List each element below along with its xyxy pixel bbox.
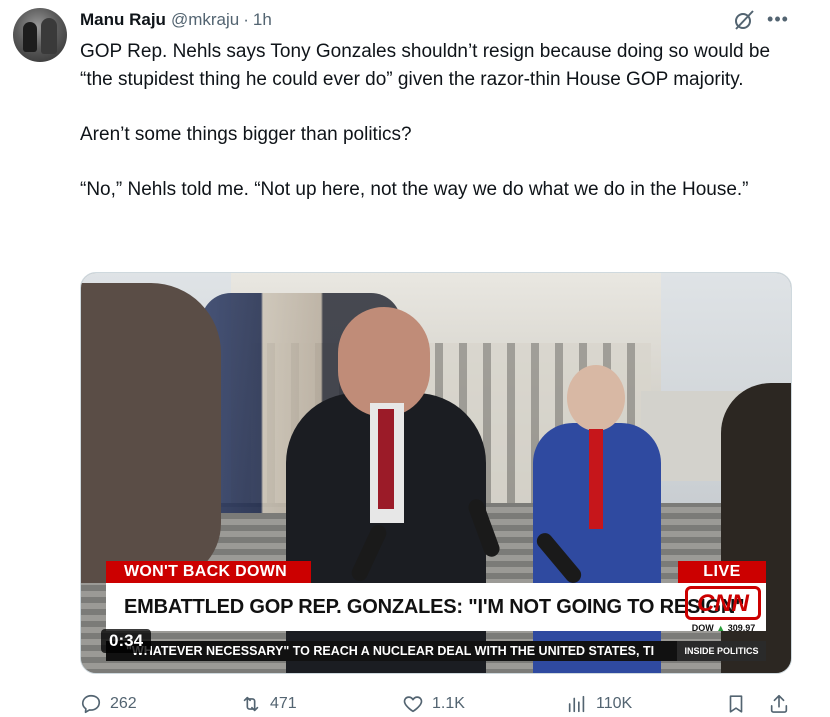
like-button[interactable]: 1.1K: [402, 691, 465, 717]
author-handle[interactable]: @mkraju: [171, 10, 239, 30]
views-button[interactable]: 110K: [566, 691, 632, 717]
reply-count: 262: [110, 695, 137, 712]
striped-tie: [378, 409, 394, 509]
person-head: [567, 365, 625, 431]
chyron-headline-text: EMBATTLED GOP REP. GONZALES: "I'M NOT GO…: [124, 595, 745, 618]
share-icon: [770, 694, 788, 713]
separator: ·: [243, 10, 249, 29]
cnn-logo: CNN: [685, 586, 761, 620]
views-icon: [568, 695, 585, 713]
heart-icon: [403, 696, 423, 713]
tweet-paragraph: “No,” Nehls told me. “Not up here, not t…: [80, 178, 749, 200]
show-name-tag: INSIDE POLITICS: [677, 641, 766, 661]
grok-icon[interactable]: [732, 8, 756, 32]
dow-ticker: DOW ▲ 309.97: [681, 623, 766, 633]
dow-label: DOW: [691, 623, 714, 633]
author-name[interactable]: Manu Raju: [80, 10, 166, 30]
view-count: 110K: [596, 695, 633, 712]
reply-button[interactable]: 262: [80, 691, 137, 717]
tweet-actions: 262 471 1.1K 110K: [80, 691, 800, 717]
red-tie: [589, 429, 603, 529]
avatar-figure: [23, 22, 37, 52]
tweet-paragraph: Aren’t some things bigger than politics?: [80, 123, 412, 145]
dow-value: 309.97: [727, 623, 756, 633]
more-icon[interactable]: •••: [767, 10, 789, 30]
news-ticker: "WHATEVER NECESSARY" TO REACH A NUCLEAR …: [106, 641, 766, 661]
foreground-reporter-left: [81, 283, 221, 583]
chyron-headline: EMBATTLED GOP REP. GONZALES: "I'M NOT GO…: [106, 583, 766, 631]
tweet-paragraph: GOP Rep. Nehls says Tony Gonzales should…: [80, 41, 771, 90]
live-badge: LIVE: [678, 561, 766, 583]
up-arrow-icon: ▲: [716, 623, 726, 633]
author-avatar[interactable]: [13, 8, 67, 62]
bookmark-icon: [729, 695, 743, 713]
video-player[interactable]: WON'T BACK DOWN LIVE EMBATTLED GOP REP. …: [80, 272, 792, 674]
repost-button[interactable]: 471: [240, 691, 297, 717]
person-head: [338, 307, 430, 417]
reply-icon: [81, 694, 101, 714]
like-count: 1.1K: [432, 695, 465, 712]
tweet-text: GOP Rep. Nehls says Tony Gonzales should…: [80, 38, 790, 203]
tweet-header: Manu Raju @mkraju · 1h: [80, 9, 272, 31]
avatar-figure: [41, 18, 57, 54]
timestamp[interactable]: 1h: [253, 10, 272, 30]
repost-count: 471: [270, 695, 297, 712]
chyron-kicker: WON'T BACK DOWN: [106, 561, 311, 583]
repost-icon: [243, 696, 259, 712]
video-duration: 0:34: [101, 629, 152, 653]
bookmark-button[interactable]: [725, 691, 747, 717]
share-button[interactable]: [768, 691, 790, 717]
